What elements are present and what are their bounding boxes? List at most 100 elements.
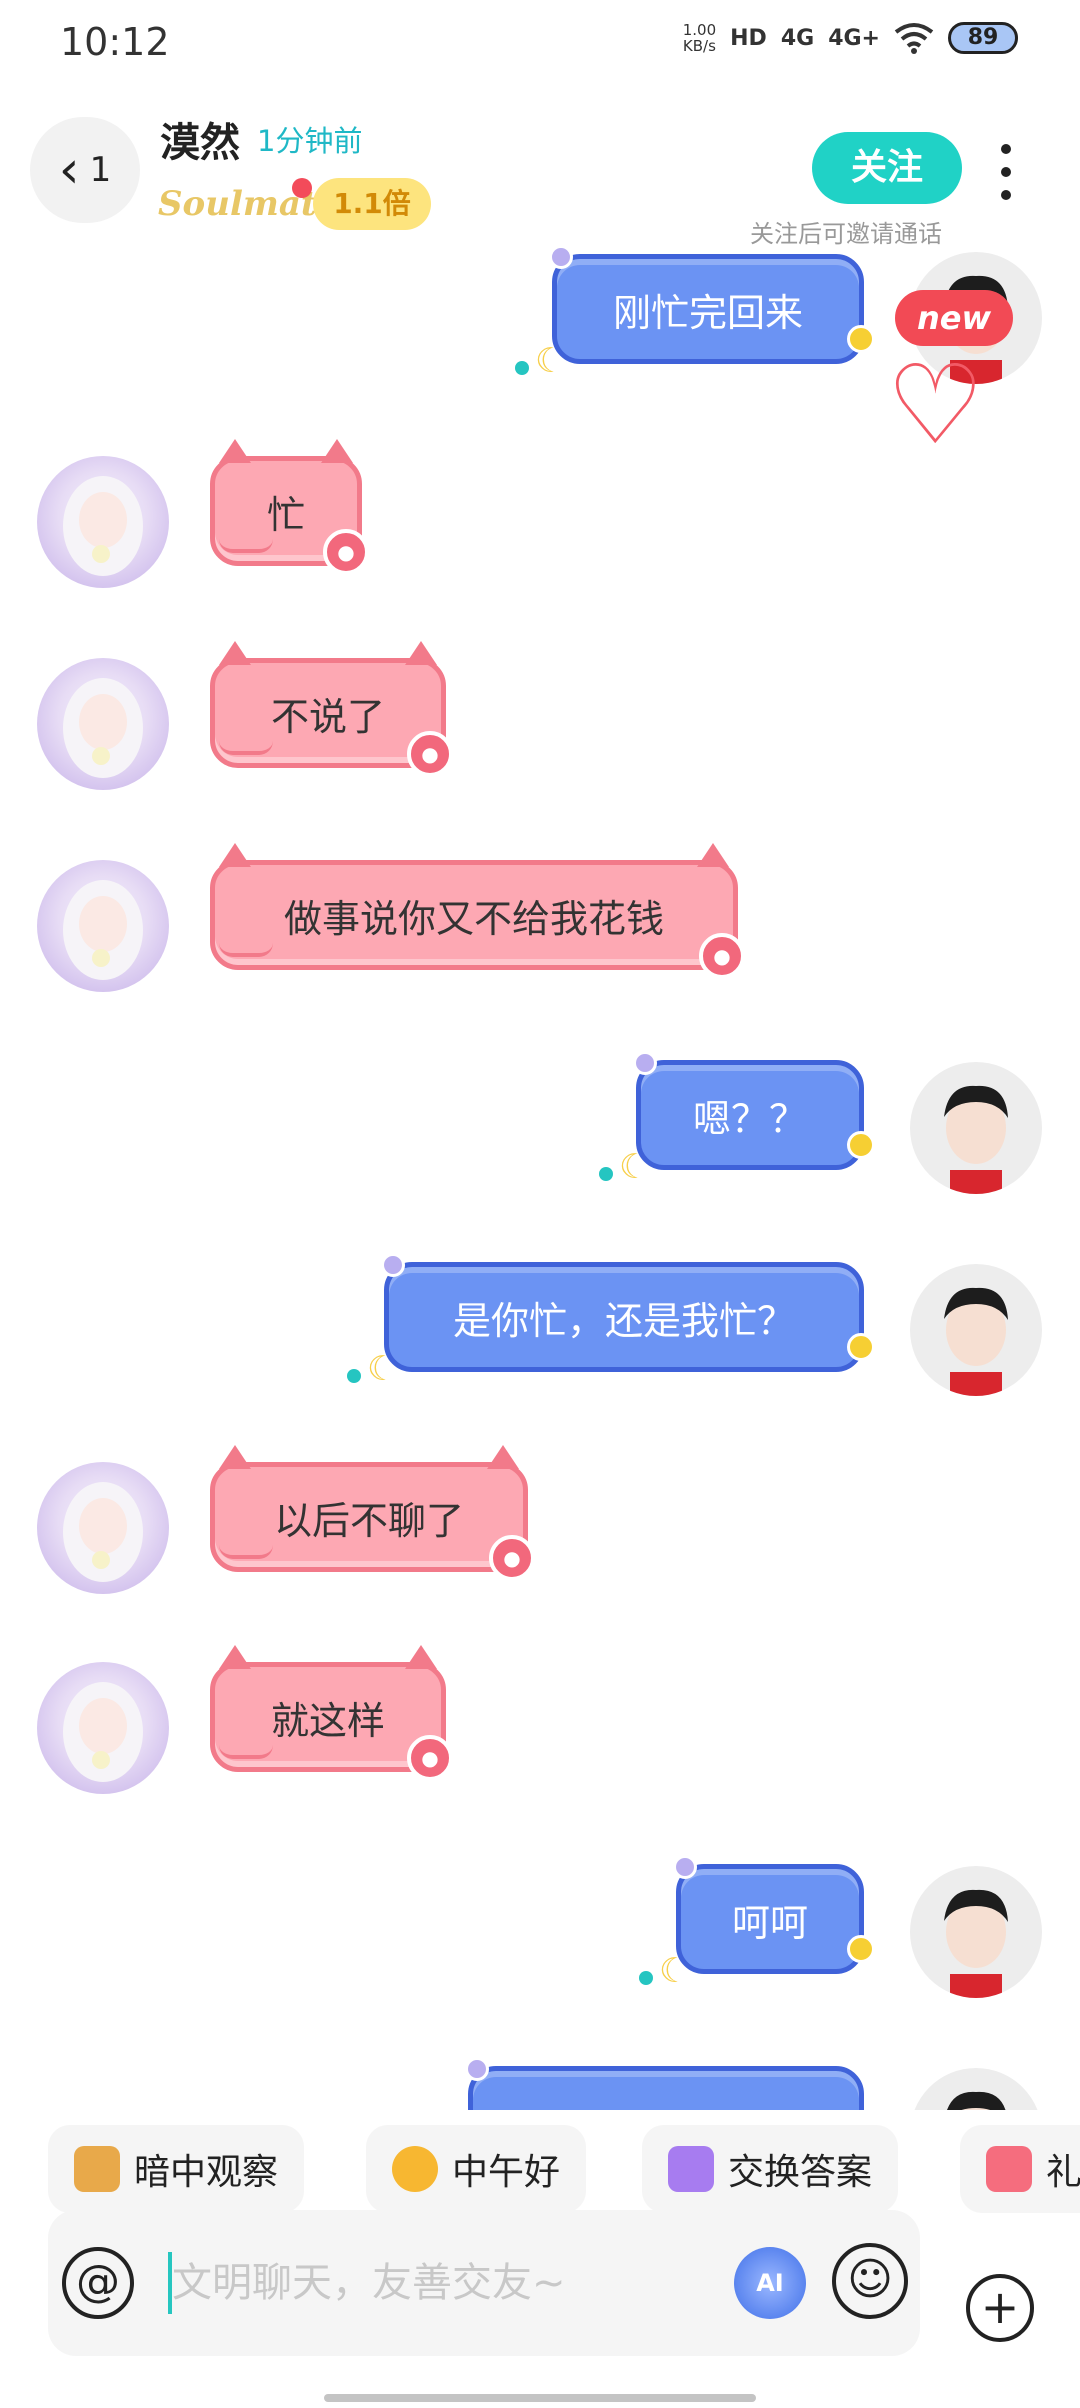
message-text: 以后不聊了 bbox=[273, 1498, 464, 1543]
sparkle-decoration bbox=[633, 1051, 657, 1075]
message-row: 嗯？？ ☾ bbox=[0, 1051, 1080, 1210]
message-bubble-received[interactable]: 不说了 ● bbox=[210, 641, 453, 777]
sparkle-decoration bbox=[381, 1253, 405, 1277]
quick-reply-chip[interactable]: 交换答案 bbox=[642, 2125, 899, 2213]
moon-decoration: ☾ bbox=[535, 341, 566, 381]
moon-decoration: ☾ bbox=[659, 1951, 690, 1991]
my-avatar[interactable] bbox=[910, 1264, 1042, 1396]
contact-name[interactable]: 漠然 bbox=[160, 110, 240, 168]
contact-avatar[interactable] bbox=[37, 658, 169, 790]
message-input[interactable] bbox=[172, 2242, 752, 2324]
new-badge: new bbox=[895, 290, 1013, 346]
gift-icon bbox=[986, 2146, 1032, 2192]
add-attachment-button[interactable]: + bbox=[966, 2274, 1034, 2342]
quick-reply-bar[interactable]: 暗中观察 中午好 交换答案 礼 bbox=[0, 2125, 1080, 2215]
message-text: 忙 bbox=[266, 492, 305, 537]
contact-avatar[interactable] bbox=[37, 860, 169, 992]
contact-avatar[interactable] bbox=[37, 456, 169, 588]
multiplier-badge[interactable]: 1.1倍 bbox=[313, 178, 431, 230]
paw-icon: ● bbox=[407, 1735, 453, 1781]
status-icons: 1.00 KB/s HD 4G 4G+ 89 bbox=[683, 22, 1018, 54]
exchange-icon bbox=[668, 2146, 714, 2192]
wifi-icon bbox=[894, 23, 934, 54]
planet-decoration bbox=[847, 1131, 875, 1159]
girl-avatar-icon bbox=[63, 1682, 143, 1782]
ear-decoration bbox=[697, 843, 729, 867]
message-row-partial bbox=[0, 2057, 1080, 2110]
planet-decoration bbox=[847, 325, 875, 353]
message-text: 做事说你又不给我花钱 bbox=[283, 896, 664, 941]
paw-icon: ● bbox=[489, 1535, 535, 1581]
mention-button[interactable]: @ bbox=[62, 2247, 134, 2319]
signal-4g-icon: 4G bbox=[780, 25, 815, 51]
my-avatar[interactable] bbox=[910, 2068, 1042, 2110]
signal-4g-plus-icon: 4G+ bbox=[828, 25, 880, 51]
dot-decoration bbox=[599, 1167, 613, 1181]
moon-decoration: ☾ bbox=[367, 1349, 398, 1389]
ear-decoration bbox=[219, 1645, 251, 1669]
swirl-decoration bbox=[219, 741, 273, 755]
message-text: 不说了 bbox=[270, 694, 385, 739]
quick-reply-chip[interactable]: 暗中观察 bbox=[48, 2125, 305, 2213]
home-indicator[interactable] bbox=[324, 2394, 756, 2402]
message-bubble-received[interactable]: 就这样 ● bbox=[210, 1645, 453, 1781]
back-button[interactable]: ‹ 1 bbox=[30, 117, 140, 223]
message-bubble-sent[interactable]: 刚忙完回来 ☾ bbox=[515, 245, 875, 381]
paw-icon: ● bbox=[323, 529, 369, 575]
contact-avatar[interactable] bbox=[37, 1462, 169, 1594]
message-bubble-received[interactable]: 做事说你又不给我花钱 ● bbox=[210, 843, 745, 979]
notification-dot bbox=[292, 178, 312, 198]
contact-avatar[interactable] bbox=[37, 1662, 169, 1794]
girl-avatar-icon bbox=[63, 1482, 143, 1582]
message-composer: @ AI ☺ bbox=[48, 2210, 920, 2356]
ear-decoration bbox=[405, 1645, 437, 1669]
message-bubble-sent[interactable]: 是你忙，还是我忙？ ☾ bbox=[347, 1253, 875, 1389]
message-text: 就这样 bbox=[270, 1698, 385, 1743]
paw-icon: ● bbox=[407, 731, 453, 777]
swirl-decoration bbox=[219, 1545, 273, 1559]
message-bubble-sent[interactable] bbox=[465, 2057, 864, 2110]
chip-label: 中午好 bbox=[452, 2152, 561, 2193]
message-bubble-sent[interactable]: 嗯？？ ☾ bbox=[599, 1051, 875, 1187]
chip-label: 交换答案 bbox=[728, 2152, 873, 2193]
emoji-button[interactable]: ☺ bbox=[832, 2243, 908, 2319]
girl-avatar-icon bbox=[63, 678, 143, 778]
swirl-decoration bbox=[219, 943, 273, 957]
quick-reply-chip[interactable]: 中午好 bbox=[366, 2125, 587, 2213]
planet-decoration bbox=[847, 1935, 875, 1963]
dot-decoration bbox=[347, 1369, 361, 1383]
swirl-decoration bbox=[219, 1745, 273, 1759]
hd-icon: HD bbox=[730, 25, 767, 51]
my-avatar[interactable] bbox=[910, 1062, 1042, 1194]
boy-avatar-icon bbox=[944, 1889, 1008, 1998]
my-avatar[interactable] bbox=[910, 1866, 1042, 1998]
message-text: 是你忙，还是我忙？ bbox=[452, 1298, 795, 1343]
ear-decoration bbox=[219, 843, 251, 867]
chip-label: 暗中观察 bbox=[134, 2152, 279, 2193]
network-speed: 1.00 KB/s bbox=[682, 21, 717, 55]
quick-reply-chip[interactable]: 礼 bbox=[960, 2125, 1080, 2213]
ear-decoration bbox=[219, 641, 251, 665]
last-seen: 1分钟前 bbox=[257, 124, 363, 158]
more-options-icon[interactable] bbox=[996, 144, 1016, 200]
message-bubble-sent[interactable]: 呵呵 ☾ bbox=[639, 1855, 875, 1991]
chip-label: 礼 bbox=[1046, 2152, 1080, 2193]
swirl-decoration bbox=[219, 539, 273, 553]
message-row: 是你忙，还是我忙？ ☾ bbox=[0, 1253, 1080, 1412]
status-bar: 10:12 1.00 KB/s HD 4G 4G+ 89 bbox=[0, 0, 1080, 90]
ear-decoration bbox=[405, 641, 437, 665]
message-text: 呵呵 bbox=[731, 1900, 808, 1945]
message-bubble-received[interactable]: 以后不聊了 ● bbox=[210, 1445, 535, 1581]
chat-messages[interactable]: 刚忙完回来 ☾ new ♡ 忙 ● 不说了 ● 做事说你又不给我花钱 ● 嗯？？… bbox=[0, 240, 1080, 2110]
paw-icon: ● bbox=[699, 933, 745, 979]
ear-decoration bbox=[219, 1445, 251, 1469]
follow-button[interactable]: 关注 bbox=[812, 132, 962, 204]
message-bubble-received[interactable]: 忙 ● bbox=[210, 439, 369, 575]
chevron-left-icon: ‹ bbox=[58, 140, 80, 200]
heart-icon[interactable]: ♡ bbox=[886, 350, 985, 460]
battery-indicator: 89 bbox=[948, 22, 1018, 54]
message-row: 忙 ● bbox=[0, 439, 1080, 606]
message-text: 嗯？？ bbox=[692, 1096, 807, 1141]
girl-avatar-icon bbox=[63, 880, 143, 980]
ai-assistant-button[interactable]: AI bbox=[734, 2247, 806, 2319]
